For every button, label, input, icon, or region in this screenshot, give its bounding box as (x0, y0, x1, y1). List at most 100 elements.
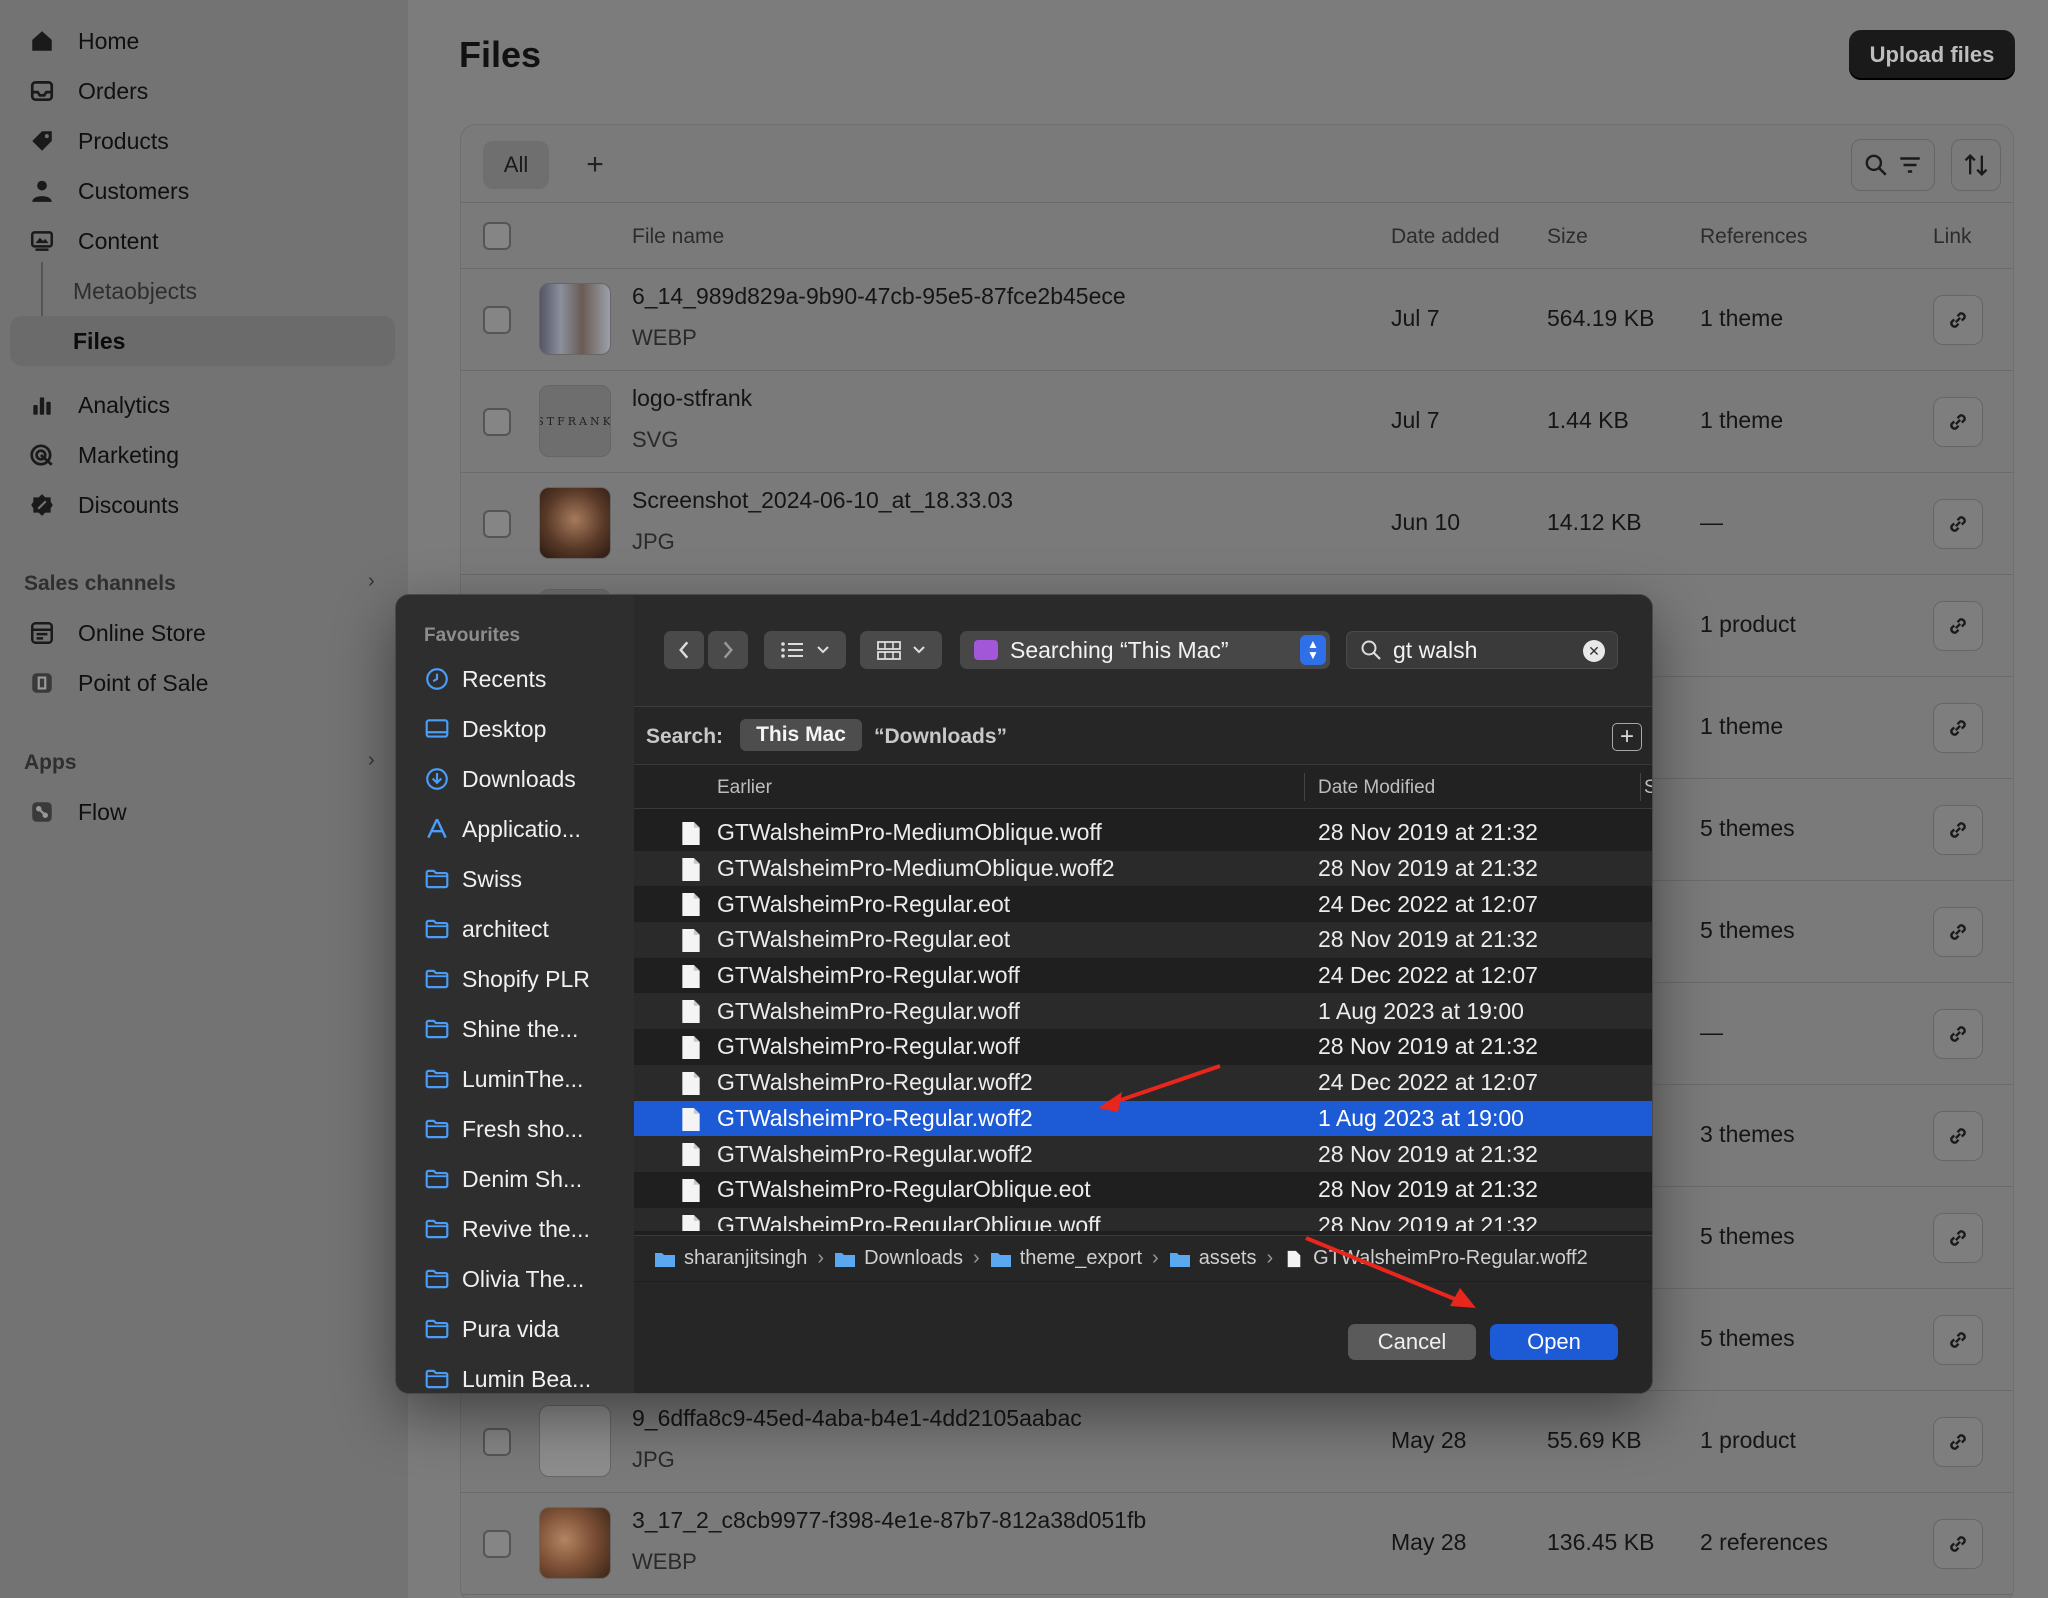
nav-content[interactable]: Content (10, 216, 395, 266)
favourite-item[interactable]: Denim Sh... (424, 1159, 629, 1199)
nav-flow[interactable]: Flow (10, 787, 395, 837)
nav-discounts[interactable]: Discounts (10, 480, 395, 530)
copy-link-button[interactable] (1933, 805, 1983, 855)
file-references[interactable]: 1 theme (1700, 407, 1783, 434)
file-references[interactable]: 1 theme (1700, 713, 1783, 740)
table-row[interactable]: 9_6dffa8c9-45ed-4aba-b4e1-4dd2105aabac JP… (461, 1391, 2013, 1493)
add-view-button[interactable]: + (573, 141, 617, 189)
favourite-item[interactable]: architect (424, 909, 629, 949)
table-row[interactable]: STFRANK logo-stfrank SVG Jul 7 1.44 KB 1 them… (461, 371, 2013, 473)
file-references[interactable]: — (1700, 1019, 1723, 1046)
select-all-checkbox[interactable] (483, 222, 511, 250)
file-references[interactable]: — (1700, 509, 1723, 536)
table-row[interactable]: 3_17_2_c8cb9977-f398-4e1e-87b7-812a38d05… (461, 1493, 2013, 1595)
view-group-button[interactable] (860, 631, 942, 669)
file-references[interactable]: 5 themes (1700, 917, 1795, 944)
file-references[interactable]: 2 references (1700, 1529, 1828, 1556)
file-thumbnail[interactable] (539, 1405, 611, 1477)
file-row-selected[interactable]: GTWalsheimPro-Regular.woff2 1 Aug 2023 at… (634, 1100, 1652, 1137)
row-checkbox[interactable] (483, 408, 511, 436)
favourite-item[interactable]: Desktop (424, 709, 629, 749)
row-checkbox[interactable] (483, 510, 511, 538)
open-button[interactable]: Open (1490, 1324, 1618, 1360)
favourite-item[interactable]: Applicatio... (424, 809, 629, 849)
view-list-button[interactable] (764, 631, 846, 669)
add-criteria-button[interactable]: + (1612, 723, 1642, 751)
file-row[interactable]: GTWalsheimPro-RegularOblique.woff 28 Nov … (634, 1207, 1652, 1231)
col-earlier[interactable]: Earlier (717, 777, 772, 799)
path-segment[interactable]: theme_export (990, 1247, 1142, 1270)
file-row[interactable]: GTWalsheimPro-Regular.woff 28 Nov 2019 at… (634, 1029, 1652, 1065)
copy-link-button[interactable] (1933, 1111, 1983, 1161)
file-name[interactable]: 9_6dffa8c9-45ed-4aba-b4e1-4dd2105aabac (632, 1405, 1082, 1432)
row-checkbox[interactable] (483, 306, 511, 334)
file-name[interactable]: 6_14_989d829a-9b90-47cb-95e5-87fce2b45ec… (632, 283, 1126, 310)
copy-link-button[interactable] (1933, 1519, 1983, 1569)
copy-link-button[interactable] (1933, 499, 1983, 549)
path-segment[interactable]: GTWalsheimPro-Regular.woff2 (1283, 1247, 1588, 1270)
file-thumbnail[interactable] (539, 487, 611, 559)
favourite-item[interactable]: Downloads (424, 759, 629, 799)
copy-link-button[interactable] (1933, 1417, 1983, 1467)
sort-button[interactable] (1951, 139, 2001, 191)
file-row[interactable]: GTWalsheimPro-RegularOblique.eot 28 Nov 2… (634, 1171, 1652, 1208)
table-row[interactable]: 6_14_989d829a-9b90-47cb-95e5-87fce2b45ec… (461, 269, 2013, 371)
file-references[interactable]: 5 themes (1700, 1325, 1795, 1352)
column-divider[interactable] (1640, 773, 1641, 801)
nav-customers[interactable]: Customers (10, 166, 395, 216)
nav-files[interactable]: Files (10, 316, 395, 366)
copy-link-button[interactable] (1933, 397, 1983, 447)
nav-home[interactable]: Home (10, 16, 395, 66)
file-row[interactable]: GTWalsheimPro-Regular.woff 24 Dec 2022 at… (634, 957, 1652, 994)
file-name[interactable]: Screenshot_2024-06-10_at_18.33.03 (632, 487, 1013, 514)
forward-button[interactable] (708, 631, 748, 669)
favourite-item[interactable]: Shopify PLR (424, 959, 629, 999)
path-segment[interactable]: assets (1169, 1247, 1257, 1270)
favourite-item[interactable]: Revive the... (424, 1209, 629, 1249)
file-row[interactable]: GTWalsheimPro-Regular.woff 1 Aug 2023 at … (634, 993, 1652, 1030)
file-row[interactable]: GTWalsheimPro-MediumOblique.woff 28 Nov 2… (634, 815, 1652, 851)
file-references[interactable]: 1 product (1700, 611, 1796, 638)
file-references[interactable]: 1 product (1700, 1427, 1796, 1454)
file-row[interactable]: GTWalsheimPro-Regular.woff2 28 Nov 2019 a… (634, 1136, 1652, 1172)
file-row[interactable]: GTWalsheimPro-Regular.eot 28 Nov 2019 at … (634, 922, 1652, 958)
favourite-item[interactable]: Shine the... (424, 1009, 629, 1049)
file-thumbnail[interactable] (539, 1507, 611, 1579)
file-references[interactable]: 5 themes (1700, 815, 1795, 842)
copy-link-button[interactable] (1933, 601, 1983, 651)
nav-products[interactable]: Products (10, 116, 395, 166)
nav-analytics[interactable]: Analytics (10, 380, 395, 430)
location-popup[interactable]: Searching “This Mac” ▲ ▼ (960, 631, 1330, 669)
file-row[interactable]: GTWalsheimPro-Regular.eot 24 Dec 2022 at … (634, 886, 1652, 923)
file-references[interactable]: 3 themes (1700, 1121, 1795, 1148)
copy-link-button[interactable] (1933, 703, 1983, 753)
apps-chevron-icon[interactable]: › (368, 749, 375, 772)
nav-orders[interactable]: Orders (10, 66, 395, 116)
nav-point-of-sale[interactable]: Point of Sale (10, 658, 395, 708)
column-divider[interactable] (1304, 773, 1305, 801)
path-segment[interactable]: sharanjitsingh (654, 1247, 807, 1270)
favourite-item[interactable]: Fresh sho... (424, 1109, 629, 1149)
file-references[interactable]: 5 themes (1700, 1223, 1795, 1250)
file-references[interactable]: 1 theme (1700, 305, 1783, 332)
row-checkbox[interactable] (483, 1530, 511, 1558)
path-segment[interactable]: Downloads (834, 1247, 963, 1270)
favourite-item[interactable]: Pura vida (424, 1309, 629, 1349)
file-name[interactable]: logo-stfrank (632, 385, 752, 412)
clear-search-icon[interactable]: ✕ (1583, 640, 1605, 662)
sales-channels-chevron-icon[interactable]: › (368, 570, 375, 593)
nav-online-store[interactable]: Online Store (10, 608, 395, 658)
favourite-item[interactable]: Swiss (424, 859, 629, 899)
copy-link-button[interactable] (1933, 1315, 1983, 1365)
favourite-item[interactable]: Recents (424, 659, 629, 699)
upload-files-button[interactable]: Upload files (1849, 30, 2015, 80)
tab-all[interactable]: All (483, 141, 549, 189)
file-thumbnail[interactable]: STFRANK (539, 385, 611, 457)
col-date-modified[interactable]: Date Modified (1318, 777, 1435, 799)
row-checkbox[interactable] (483, 1428, 511, 1456)
favourite-item[interactable]: Olivia The... (424, 1259, 629, 1299)
table-row[interactable]: Screenshot_2024-06-10_at_18.33.03 JPG Jun … (461, 473, 2013, 575)
favourite-item[interactable]: Lumin Bea... (424, 1359, 629, 1393)
copy-link-button[interactable] (1933, 295, 1983, 345)
file-name[interactable]: 3_17_2_c8cb9977-f398-4e1e-87b7-812a38d05… (632, 1507, 1146, 1534)
